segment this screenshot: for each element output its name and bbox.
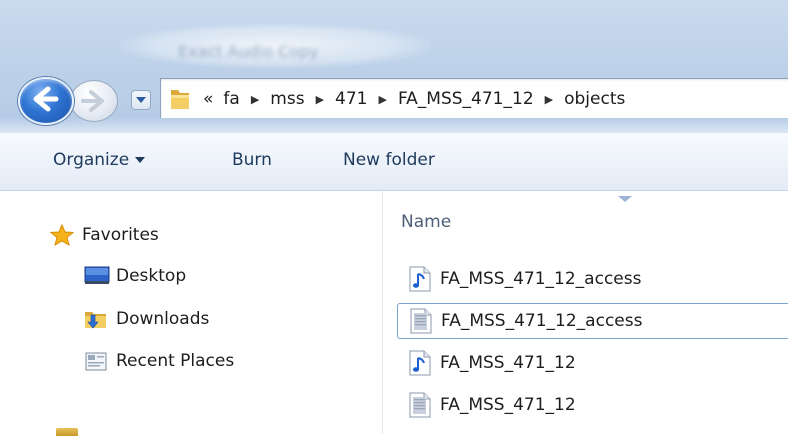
nav-item-recent-places[interactable]: Recent Places [84, 350, 234, 372]
breadcrumb-separator-icon[interactable]: ▶ [378, 93, 386, 106]
recent-pages-dropdown[interactable] [131, 90, 151, 110]
toolbar-separator [0, 118, 788, 133]
recent-places-icon [84, 350, 108, 372]
folder-icon [165, 79, 199, 119]
address-bar[interactable]: « fa ▶ mss ▶ 471 ▶ FA_MSS_471_12 ▶ objec… [160, 78, 788, 120]
file-row[interactable]: FA_MSS_471_12 [397, 387, 788, 423]
back-button[interactable] [18, 77, 74, 125]
nav-item-label: Desktop [116, 266, 187, 286]
audio-file-icon [409, 350, 431, 376]
breadcrumb-item[interactable]: objects [564, 89, 625, 109]
chevron-down-icon [135, 157, 146, 163]
file-row[interactable]: FA_MSS_471_12_access [397, 261, 788, 297]
nav-favorites-label: Favorites [82, 225, 159, 245]
audio-file-icon [409, 266, 431, 292]
nav-item-label: Downloads [116, 309, 210, 329]
window-title: Exact Audio Copy [178, 42, 319, 61]
command-toolbar: Organize Burn New folder [0, 133, 788, 191]
file-name: FA_MSS_471_12 [440, 395, 576, 415]
breadcrumb-overflow[interactable]: « [203, 89, 213, 109]
file-name: FA_MSS_471_12_access [441, 311, 643, 331]
text-file-icon [410, 308, 432, 334]
file-row[interactable]: FA_MSS_471_12 [397, 345, 788, 381]
organize-button[interactable]: Organize [53, 150, 146, 170]
breadcrumb-item[interactable]: 471 [335, 89, 367, 109]
nav-favorites[interactable]: Favorites [49, 223, 159, 247]
forward-button[interactable] [70, 80, 118, 122]
breadcrumb-item[interactable]: fa [223, 89, 239, 109]
file-name: FA_MSS_471_12 [440, 353, 576, 373]
forward-arrow-icon [81, 90, 104, 112]
nav-item-downloads[interactable]: Downloads [84, 308, 209, 330]
breadcrumb-item[interactable]: mss [270, 89, 304, 109]
sort-indicator-icon [618, 196, 632, 202]
desktop-icon [84, 265, 110, 287]
text-file-icon [409, 392, 431, 418]
burn-button[interactable]: Burn [232, 150, 272, 170]
nav-item-desktop[interactable]: Desktop [84, 265, 186, 287]
folder-icon[interactable] [56, 428, 78, 436]
breadcrumb-separator-icon[interactable]: ▶ [251, 93, 259, 106]
nav-item-label: Recent Places [116, 351, 235, 371]
file-row[interactable]: FA_MSS_471_12_access [397, 303, 788, 339]
back-arrow-icon [33, 86, 59, 112]
star-icon [49, 223, 75, 247]
file-name: FA_MSS_471_12_access [440, 269, 642, 289]
breadcrumb-separator-icon[interactable]: ▶ [545, 93, 553, 106]
column-header-name[interactable]: Name [401, 212, 451, 232]
new-folder-button[interactable]: New folder [343, 150, 435, 170]
downloads-folder-icon [84, 308, 108, 330]
breadcrumb-separator-icon[interactable]: ▶ [316, 93, 324, 106]
organize-label: Organize [53, 150, 130, 170]
breadcrumb-item[interactable]: FA_MSS_471_12 [398, 89, 534, 109]
